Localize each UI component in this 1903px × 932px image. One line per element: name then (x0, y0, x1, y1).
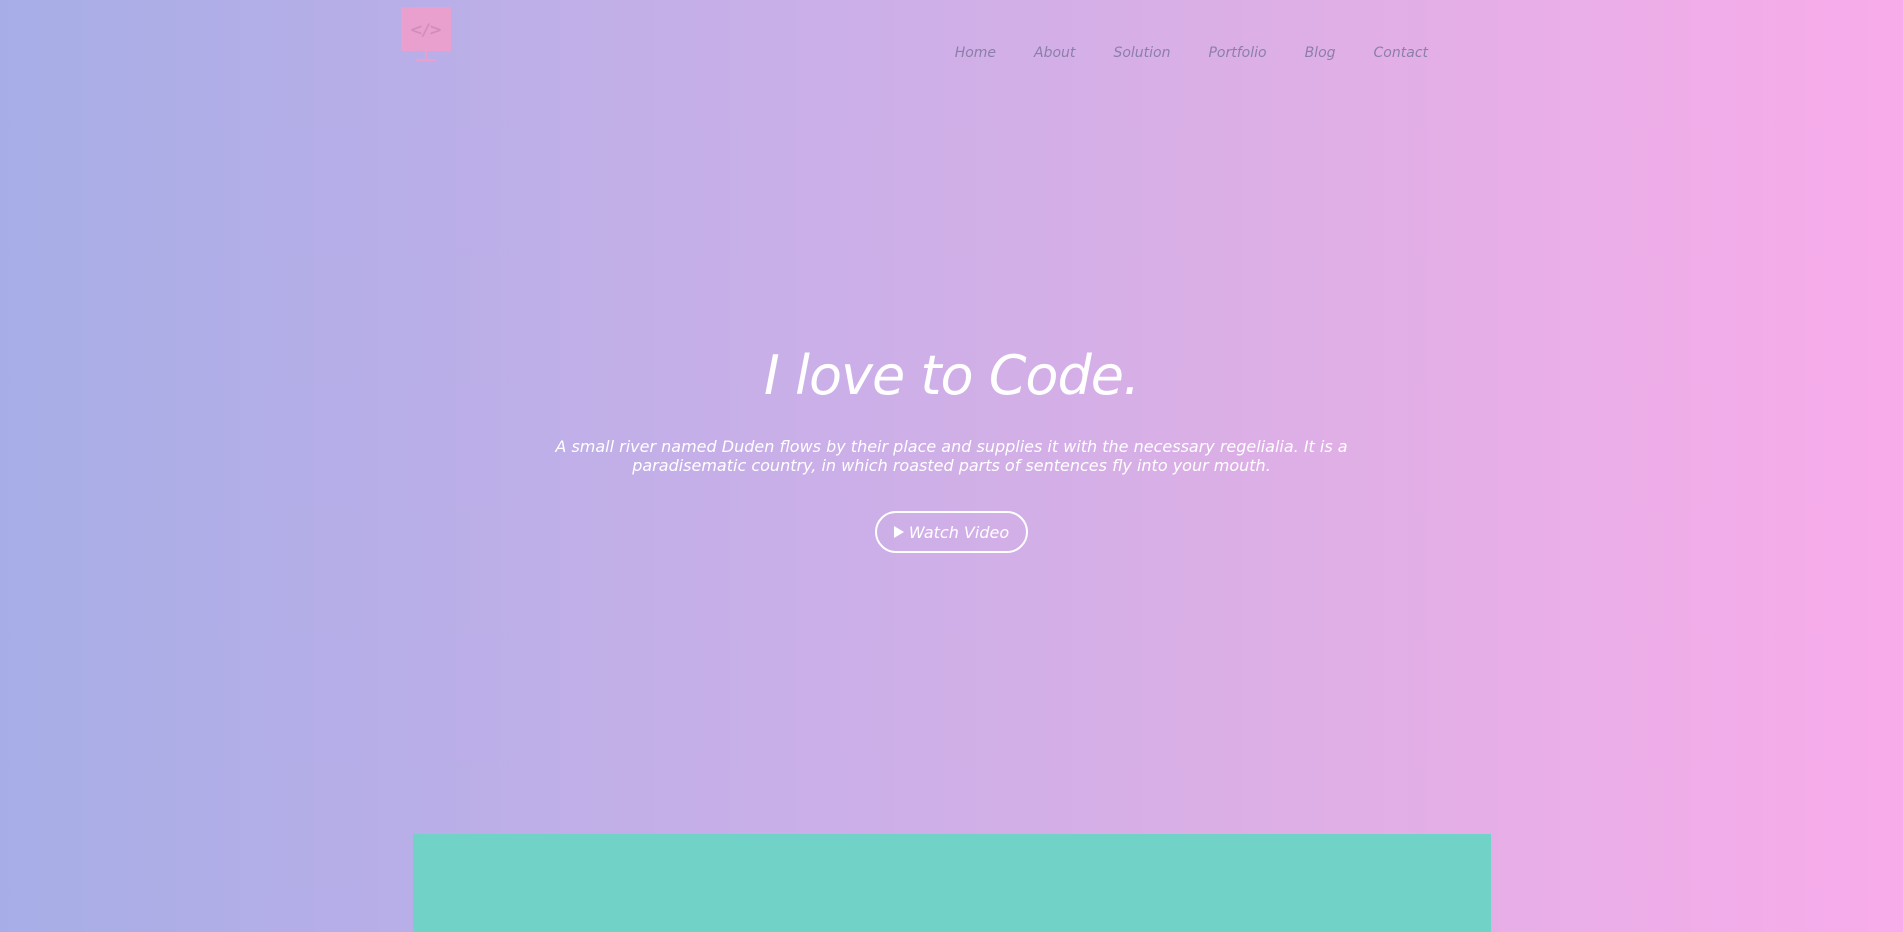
logo[interactable]: </> (401, 7, 451, 63)
nav-home[interactable]: Home (955, 45, 996, 61)
nav-solution[interactable]: Solution (1113, 45, 1170, 61)
svg-text:</>: </> (410, 20, 443, 39)
hero-section: I love to Code. A small river named Dude… (0, 335, 1903, 553)
play-icon (893, 526, 904, 538)
nav-about[interactable]: About (1034, 45, 1075, 61)
watch-video-button[interactable]: Watch Video (874, 511, 1029, 553)
main-nav: Home About Solution Portfolio Blog Conta… (955, 45, 1428, 61)
nav-portfolio[interactable]: Portfolio (1208, 45, 1266, 61)
nav-blog[interactable]: Blog (1305, 45, 1336, 61)
code-monitor-icon: </> (401, 7, 451, 61)
watch-video-label: Watch Video (908, 522, 1010, 542)
nav-contact[interactable]: Contact (1374, 45, 1428, 61)
hero-title: I love to Code. (763, 344, 1140, 407)
content-panel (413, 834, 1491, 932)
hero-description: A small river named Duden flows by their… (555, 437, 1348, 475)
